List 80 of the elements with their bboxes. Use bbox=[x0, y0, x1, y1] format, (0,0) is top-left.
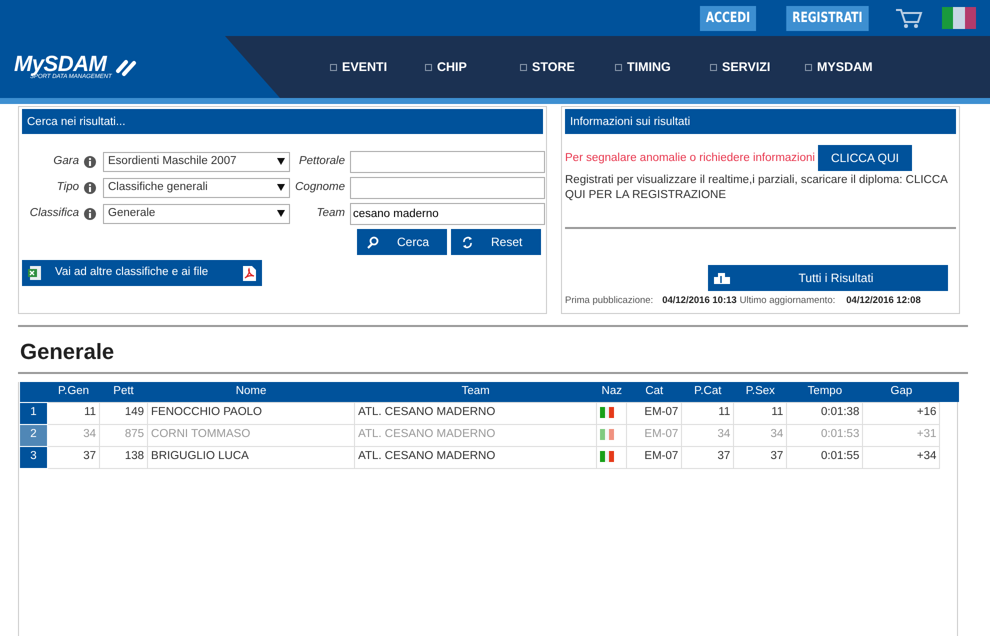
nav-link-label: STORE bbox=[532, 58, 575, 76]
column-header: Cat bbox=[626, 382, 682, 402]
nav-link[interactable]: CHIP bbox=[425, 58, 520, 76]
rank-cell: 2 bbox=[20, 424, 48, 446]
date-label: Prima pubblicazione: bbox=[565, 294, 654, 308]
table-cell: 149 bbox=[100, 402, 148, 424]
field-label: Gara bbox=[52, 154, 80, 170]
dropdown[interactable]: Generale bbox=[103, 204, 290, 224]
table-cell: EM-07 bbox=[626, 446, 682, 468]
table-cell: 37 bbox=[48, 446, 100, 468]
logo-text[interactable]: MySDAM bbox=[14, 54, 112, 74]
dropdown[interactable]: Classifiche generali bbox=[103, 178, 290, 198]
table-cell: 0:01:53 bbox=[786, 424, 863, 446]
table-cell: +16 bbox=[862, 402, 940, 424]
table-cell: 11 bbox=[734, 402, 787, 424]
nav-link[interactable]: STORE bbox=[520, 58, 615, 76]
column-header: P.Sex bbox=[734, 382, 787, 402]
table-row[interactable]: 3 37 138 BRIGUGLIO LUCA ATL. CESANO MADERNO EM-07 37 37 0:01:55 +34 bbox=[20, 446, 959, 468]
date-label: Ultimo aggiornamento: bbox=[740, 294, 836, 308]
rank-cell: 1 bbox=[20, 402, 48, 424]
nav-link-label: EVENTI bbox=[342, 58, 388, 76]
column-header: Team bbox=[354, 382, 597, 402]
search-button[interactable]: Reset bbox=[451, 229, 541, 255]
column-header: Pett bbox=[100, 382, 148, 402]
table-cell: 34 bbox=[682, 424, 734, 446]
table-cell: ATL. CESANO MADERNO bbox=[354, 446, 597, 468]
table-cell: ATL. CESANO MADERNO bbox=[354, 424, 597, 446]
section-title: Generale bbox=[20, 339, 114, 364]
field-label: Pettorale bbox=[298, 154, 346, 170]
nav-link-label: CHIP bbox=[437, 58, 467, 76]
table-cell: 34 bbox=[734, 424, 787, 446]
search-button[interactable]: Cerca bbox=[357, 229, 447, 255]
table-cell: FENOCCHIO PAOLO bbox=[148, 402, 355, 424]
table-cell: 138 bbox=[100, 446, 148, 468]
date-value: 04/12/2016 10:13 bbox=[662, 294, 737, 308]
table-cell: 0:01:55 bbox=[786, 446, 863, 468]
table-cell: CORNI TOMMASO bbox=[148, 424, 355, 446]
table-row[interactable]: 1 11 149 FENOCCHIO PAOLO ATL. CESANO MADERNO EM-07 11 11 0:01:38 +16 bbox=[20, 402, 959, 424]
registration-text: Registrati per visualizzare il realtime,i parziali, scaricare il diploma: CLICCA QUI PER LA REGISTRAZIONE bbox=[565, 173, 949, 203]
files-button[interactable]: Vai ad altre classifiche e ai file bbox=[22, 260, 262, 286]
field-label: Cognome bbox=[294, 180, 346, 196]
column-header: P.Cat bbox=[682, 382, 734, 402]
column-header: Nome bbox=[148, 382, 355, 402]
table-cell: 0:01:38 bbox=[786, 402, 863, 424]
table-cell: ATL. CESANO MADERNO bbox=[354, 402, 597, 424]
nav-link-label: TIMING bbox=[627, 58, 671, 76]
column-header: P.Gen bbox=[48, 382, 100, 402]
panel-header: Cerca nei risultati... bbox=[22, 109, 543, 134]
table-cell: 11 bbox=[48, 402, 100, 424]
table-row[interactable]: 2 34 875 CORNI TOMMASO ATL. CESANO MADERNO EM-07 34 34 0:01:53 +31 bbox=[20, 424, 959, 446]
input-field[interactable]: cesano maderno bbox=[350, 203, 545, 225]
nav-link[interactable]: EVENTI bbox=[330, 58, 425, 76]
table-cell: 875 bbox=[100, 424, 148, 446]
field-label: Tipo bbox=[56, 180, 80, 196]
nav-link-label: SERVIZI bbox=[722, 58, 770, 76]
table-cell: 37 bbox=[734, 446, 787, 468]
column-header: Naz bbox=[596, 382, 627, 402]
nav-link[interactable]: SERVIZI bbox=[710, 58, 805, 76]
table-cell: 34 bbox=[48, 424, 100, 446]
column-header: Gap bbox=[862, 382, 940, 402]
all-results-button[interactable]: Tutti i Risultati bbox=[708, 265, 948, 291]
table-cell: 37 bbox=[682, 446, 734, 468]
dropdown[interactable]: Esordienti Maschile 2007 bbox=[103, 152, 290, 172]
table-cell: +31 bbox=[862, 424, 940, 446]
table-cell: BRIGUGLIO LUCA bbox=[148, 446, 355, 468]
column-header: Tempo bbox=[786, 382, 863, 402]
date-value: 04/12/2016 12:08 bbox=[846, 294, 921, 308]
field-label: Team bbox=[316, 206, 346, 222]
rank-cell: 3 bbox=[20, 446, 48, 468]
contact-button[interactable]: CLICCA QUI bbox=[818, 145, 912, 171]
table-cell: 11 bbox=[682, 402, 734, 424]
notice-text: Per segnalare anomalie o richiedere informazioni bbox=[565, 150, 815, 166]
nav-link-label: MYSDAM bbox=[817, 58, 873, 76]
panel-header: Informazioni sui risultati bbox=[565, 109, 956, 134]
table-cell: +34 bbox=[862, 446, 940, 468]
nav-link[interactable]: MYSDAM bbox=[805, 58, 900, 76]
nav-link[interactable]: TIMING bbox=[615, 58, 710, 76]
table-cell: EM-07 bbox=[626, 402, 682, 424]
field-label: Classifica bbox=[28, 206, 80, 222]
table-cell: EM-07 bbox=[626, 424, 682, 446]
